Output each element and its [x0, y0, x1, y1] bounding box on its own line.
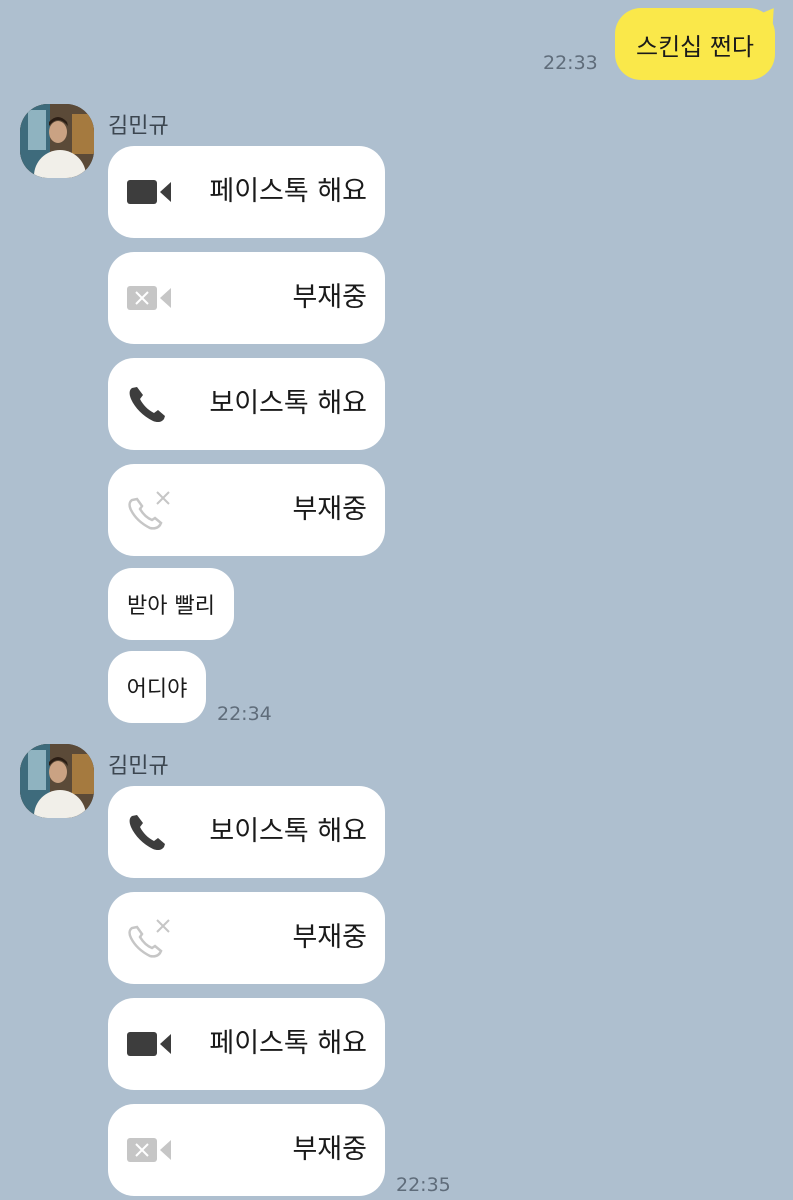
call-label: 부재중: [292, 922, 367, 953]
call-label: 부재중: [292, 1134, 367, 1165]
sender-name: 김민규: [108, 754, 169, 779]
call-bubble[interactable]: 페이스톡 해요: [108, 998, 385, 1090]
missed-phone-icon: [126, 918, 174, 958]
message-time: 22:35: [396, 1174, 451, 1196]
phone-icon: [126, 384, 174, 424]
incoming-message-bubble[interactable]: 받아 빨리: [108, 568, 234, 640]
call-label: 보이스톡 해요: [209, 816, 367, 847]
call-bubble[interactable]: 페이스톡 해요: [108, 146, 385, 238]
call-label: 페이스톡 해요: [209, 176, 367, 207]
phone-icon: [126, 812, 174, 852]
avatar[interactable]: [20, 104, 94, 178]
call-bubble[interactable]: 보이스톡 해요: [108, 786, 385, 878]
missed-video-icon: [126, 1130, 174, 1170]
message-time: 22:34: [217, 703, 272, 725]
call-bubble[interactable]: 부재중: [108, 1104, 385, 1196]
message-time: 22:33: [543, 52, 598, 74]
call-bubble[interactable]: 보이스톡 해요: [108, 358, 385, 450]
call-label: 보이스톡 해요: [209, 388, 367, 419]
outgoing-message-bubble[interactable]: 스킨십 쩐다: [615, 8, 775, 80]
incoming-message-bubble[interactable]: 어디야: [108, 651, 206, 723]
call-bubble[interactable]: 부재중: [108, 464, 385, 556]
video-camera-icon: [126, 1024, 174, 1064]
avatar-photo: [20, 744, 94, 818]
call-bubble[interactable]: 부재중: [108, 892, 385, 984]
call-bubble[interactable]: 부재중: [108, 252, 385, 344]
call-label: 부재중: [292, 282, 367, 313]
sender-name: 김민규: [108, 114, 169, 139]
missed-phone-icon: [126, 490, 174, 530]
missed-video-icon: [126, 278, 174, 318]
call-label: 부재중: [292, 494, 367, 525]
avatar[interactable]: [20, 744, 94, 818]
video-camera-icon: [126, 172, 174, 212]
avatar-photo: [20, 104, 94, 178]
call-label: 페이스톡 해요: [209, 1028, 367, 1059]
